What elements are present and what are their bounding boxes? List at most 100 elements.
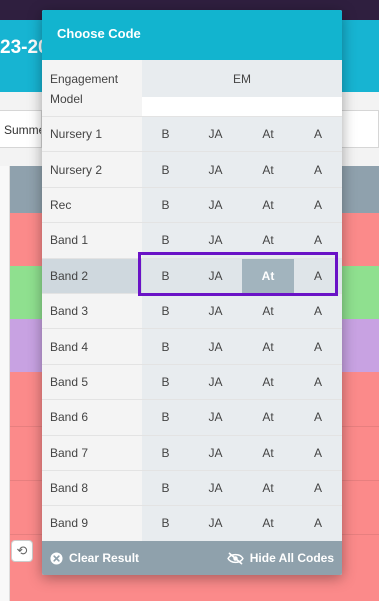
code-cells: B JA At A: [142, 470, 342, 506]
code-row-band-8: Band 8 B JA At A: [42, 469, 342, 506]
code-button-at[interactable]: At: [242, 152, 294, 186]
code-button-a[interactable]: A: [294, 365, 342, 399]
code-row-band-5: Band 5 B JA At A: [42, 363, 342, 400]
code-button-ja[interactable]: JA: [189, 436, 242, 470]
row-label: Nursery 2: [42, 152, 142, 187]
code-button-at[interactable]: At: [242, 294, 294, 328]
row-header-column: [0, 166, 10, 601]
code-row-band-6: Band 6 B JA At A: [42, 399, 342, 435]
code-button-at[interactable]: At: [242, 223, 294, 257]
code-button-at[interactable]: At: [242, 117, 294, 151]
code-cells: B JA At A: [142, 293, 342, 329]
code-button-ja[interactable]: JA: [189, 152, 242, 186]
code-button-at[interactable]: At: [242, 329, 294, 363]
code-button-a[interactable]: A: [294, 436, 342, 470]
code-cells: B JA At A: [142, 435, 342, 470]
code-button-a[interactable]: A: [294, 152, 342, 186]
code-button-at[interactable]: At: [242, 436, 294, 470]
code-button-ja[interactable]: JA: [189, 259, 242, 293]
row-label: Band 7: [42, 435, 142, 470]
code-button-a[interactable]: A: [294, 188, 342, 222]
code-button-ja[interactable]: JA: [189, 506, 242, 540]
code-button-a[interactable]: A: [294, 329, 342, 363]
code-row-band-2: Band 2 B JA At A: [42, 257, 342, 293]
filter-select[interactable]: [340, 110, 379, 148]
code-cells: B JA At A: [142, 400, 342, 435]
dialog-footer: Clear Result Hide All Codes: [42, 541, 342, 575]
row-label: Band 2: [42, 258, 142, 293]
code-button-ja[interactable]: JA: [189, 471, 242, 505]
term-select[interactable]: Summe: [0, 110, 42, 148]
row-label: Band 6: [42, 400, 142, 435]
row-label: Band 5: [42, 364, 142, 400]
code-button-a[interactable]: A: [294, 471, 342, 505]
code-button-ja[interactable]: JA: [189, 365, 242, 399]
code-button-a[interactable]: A: [294, 259, 342, 293]
code-table: Engagement Model EM Nursery 1 B JA At A Nurse…: [42, 60, 342, 541]
hide-all-codes-button[interactable]: Hide All Codes: [226, 551, 334, 565]
code-button-ja[interactable]: JA: [189, 329, 242, 363]
row-label: Engagement Model: [42, 60, 142, 116]
code-button-at[interactable]: At: [242, 400, 294, 434]
row-label: Rec: [42, 187, 142, 223]
code-button-b[interactable]: B: [142, 259, 189, 293]
code-row-band-4: Band 4 B JA At A: [42, 328, 342, 364]
code-button-ja[interactable]: JA: [189, 400, 242, 434]
hide-all-codes-label: Hide All Codes: [249, 551, 334, 565]
row-label: Band 1: [42, 223, 142, 258]
code-button-at[interactable]: At: [242, 506, 294, 540]
code-cells: B JA At A: [142, 329, 342, 364]
code-cells: B JA At A: [142, 506, 342, 541]
code-button-a[interactable]: A: [294, 223, 342, 257]
code-cells: B JA At A: [142, 187, 342, 223]
code-row-band-9: Band 9 B JA At A: [42, 505, 342, 541]
code-button-b[interactable]: B: [142, 329, 189, 363]
clear-result-label: Clear Result: [69, 551, 140, 565]
code-button-ja[interactable]: JA: [189, 223, 242, 257]
code-row-band-7: Band 7 B JA At A: [42, 434, 342, 470]
dialog-title: Choose Code: [42, 10, 342, 60]
code-button-b[interactable]: B: [142, 152, 189, 186]
code-button-b[interactable]: B: [142, 117, 189, 151]
code-button-b[interactable]: B: [142, 188, 189, 222]
code-button-ja[interactable]: JA: [189, 294, 242, 328]
code-button-b[interactable]: B: [142, 223, 189, 257]
code-button-em[interactable]: EM: [142, 60, 342, 97]
code-button-b[interactable]: B: [142, 471, 189, 505]
code-button-at[interactable]: At: [242, 258, 294, 293]
code-button-at[interactable]: At: [242, 365, 294, 399]
code-button-b[interactable]: B: [142, 400, 189, 434]
code-cells: B JA At A: [142, 117, 342, 152]
code-button-at[interactable]: At: [242, 188, 294, 222]
engagement-model-row: Engagement Model EM: [42, 60, 342, 116]
code-button-a[interactable]: A: [294, 506, 342, 540]
code-button-ja[interactable]: JA: [189, 117, 242, 151]
code-row-rec: Rec B JA At A: [42, 186, 342, 223]
code-row-band-1: Band 1 B JA At A: [42, 222, 342, 258]
row-label: Band 4: [42, 329, 142, 364]
code-button-b[interactable]: B: [142, 294, 189, 328]
row-label: Band 3: [42, 293, 142, 329]
code-button-b[interactable]: B: [142, 365, 189, 399]
row-label: Band 8: [42, 470, 142, 506]
code-button-b[interactable]: B: [142, 506, 189, 540]
row-label: Band 9: [42, 506, 142, 541]
close-circle-icon: [50, 551, 63, 565]
code-cells: B JA At A: [142, 152, 342, 187]
clear-result-button[interactable]: Clear Result: [50, 551, 139, 565]
code-button-b[interactable]: B: [142, 436, 189, 470]
code-row-nursery-1: Nursery 1 B JA At A: [42, 116, 342, 152]
code-button-a[interactable]: A: [294, 400, 342, 434]
code-button-ja[interactable]: JA: [189, 188, 242, 222]
undo-icon[interactable]: ⟲: [11, 540, 33, 562]
code-button-at[interactable]: At: [242, 471, 294, 505]
code-cells: EM: [142, 60, 342, 97]
code-button-a[interactable]: A: [294, 294, 342, 328]
code-row-nursery-2: Nursery 2 B JA At A: [42, 151, 342, 187]
eye-slash-icon: [226, 552, 244, 564]
code-cells: B JA At A: [142, 364, 342, 400]
code-cells: B JA At A: [142, 223, 342, 258]
code-row-band-3: Band 3 B JA At A: [42, 292, 342, 329]
row-label: Nursery 1: [42, 117, 142, 152]
code-button-a[interactable]: A: [294, 117, 342, 151]
